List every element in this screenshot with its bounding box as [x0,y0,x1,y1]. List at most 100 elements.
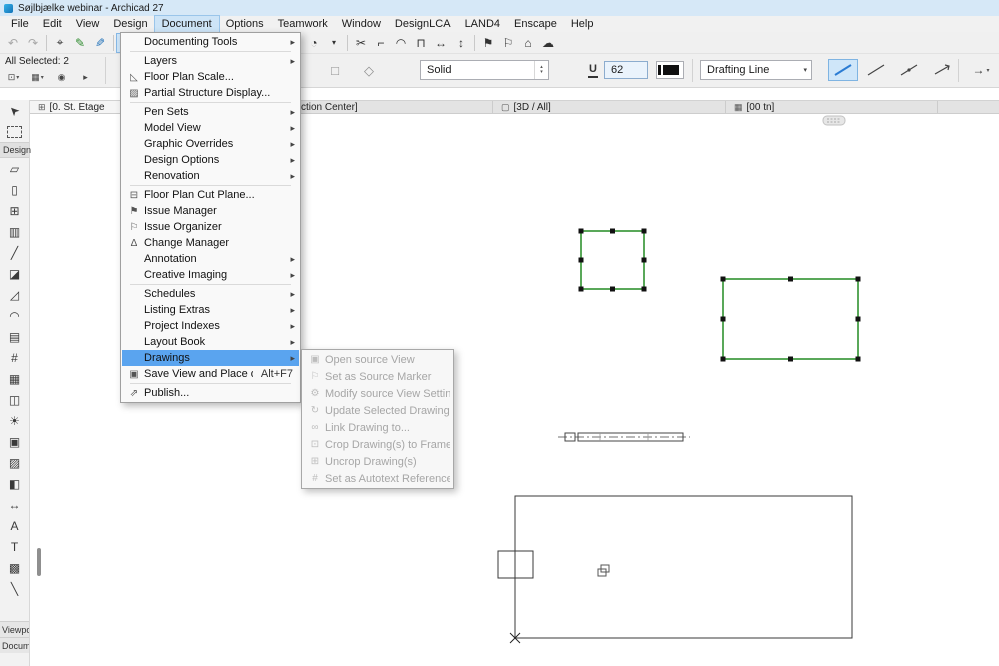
beam-symbol[interactable] [558,432,690,442]
palette-tab[interactable]: Viewpoi [0,621,29,637]
morph-tool[interactable]: ◧ [0,473,29,494]
line-tool[interactable]: ╲ [0,578,29,599]
autosave-clock-icon[interactable]: ◔ [304,34,324,52]
stair-tool[interactable]: ▤ [0,326,29,347]
selected-rectangle-large[interactable] [720,276,861,362]
menubar-item[interactable]: Teamwork [271,16,335,32]
menubar-item[interactable]: Enscape [507,16,564,32]
lamp-tool[interactable]: ☀ [0,410,29,431]
menu-item[interactable]: Graphic Overrides ▸ [122,136,299,152]
text-tool[interactable]: A [0,515,29,536]
selected-rectangle-small[interactable] [578,228,647,292]
menubar-item[interactable]: View [69,16,107,32]
geometry-rectangle-button[interactable]: □ [322,60,348,81]
trim-icon[interactable]: ⊓ [411,34,431,52]
zone-tool[interactable]: ▣ [0,431,29,452]
resize-icon[interactable]: ↕ [451,34,471,52]
undo-icon[interactable]: ↶ [3,34,23,52]
menu-item[interactable]: Listing Extras ▸ [122,302,299,318]
menubar-item[interactable]: Help [564,16,601,32]
menu-item[interactable]: ⚑ Issue Manager ▸ [122,203,299,219]
view-tab[interactable]: ction Center] [293,101,493,113]
collapsed-toolbar-handle[interactable] [822,115,846,126]
marquee-tool[interactable] [0,121,29,142]
window-tool[interactable]: ⊞ [0,200,29,221]
pen-weight-field[interactable]: 62 [604,61,648,79]
rectangle-outline[interactable] [514,495,853,639]
menu-item[interactable]: ⊟ Floor Plan Cut Plane... ▸ [122,187,299,203]
fillet-icon[interactable]: ◠ [391,34,411,52]
shell-tool[interactable]: ◠ [0,305,29,326]
issue-organizer-icon[interactable]: ⚐ [498,34,518,52]
stretch-icon[interactable]: ↔ [431,34,451,52]
inject-parameters-icon[interactable]: ✎ [90,34,110,52]
column-tool[interactable]: ▥ [0,221,29,242]
split-icon[interactable]: ✂ [351,34,371,52]
dimension-tool[interactable]: ↔ [0,494,29,515]
spinner-control[interactable]: ▴ ▾ [534,61,548,79]
line-geometry-chained-button[interactable] [861,59,891,81]
menu-item[interactable]: Layers ▸ [122,53,299,69]
menu-item[interactable]: Pen Sets ▸ [122,104,299,120]
geometry-rotated-rectangle-button[interactable]: ◇ [356,60,382,81]
line-geometry-arrow-button[interactable] [927,59,957,81]
menu-item[interactable]: Project Indexes ▸ [122,318,299,334]
menubar-item[interactable]: DesignLCA [388,16,458,32]
slab-tool[interactable]: ◪ [0,263,29,284]
fill-tool[interactable]: ▩ [0,557,29,578]
curtain-wall-tool[interactable]: ▦ [0,368,29,389]
issue-flag-icon[interactable]: ⚑ [478,34,498,52]
favorites-icon[interactable]: ⌂ [518,34,538,52]
menubar-item[interactable]: LAND4 [458,16,507,32]
canvas-scrollbar-handle[interactable] [37,548,41,576]
menubar-item[interactable]: Window [335,16,388,32]
menu-item[interactable]: Design Options ▸ [122,152,299,168]
menubar-item[interactable]: Design [106,16,154,32]
tool-settings-button[interactable]: ⊡ ▾ [3,69,24,86]
roof-tool[interactable]: ◿ [0,284,29,305]
line-type-combo[interactable]: Drafting Line ▾ [700,60,812,80]
mesh-tool[interactable]: ▨ [0,452,29,473]
pen-color-button[interactable] [656,61,684,79]
search-and-select-icon[interactable]: ⌖ [50,34,70,52]
pick-up-parameters-icon[interactable]: ✎ [70,34,90,52]
menu-item[interactable]: Model View ▸ [122,120,299,136]
adjust-icon[interactable]: ⌐ [371,34,391,52]
menu-item[interactable]: Schedules ▸ [122,286,299,302]
bimcloud-icon[interactable]: ☁ [538,34,558,52]
view-tab[interactable]: ▢ [3D / All] [493,101,726,113]
menu-item[interactable]: ⇗ Publish... ▸ [122,385,299,401]
menu-item[interactable]: Drawings ▸ [122,350,299,366]
menu-item[interactable]: Documenting Tools ▸ [122,34,299,50]
label-tool[interactable]: T [0,536,29,557]
railing-tool[interactable]: # [0,347,29,368]
menu-item[interactable]: Annotation ▸ [122,251,299,267]
menu-item[interactable]: ▣ Save View and Place on Layout Alt+F7 ▸ [122,366,299,382]
expand-infobox-button[interactable]: ▸ ▾ [75,69,96,86]
spinner-down-icon[interactable]: ▾ [540,70,543,75]
line-geometry-single-button[interactable] [828,59,858,81]
fill-type-combo[interactable]: Solid ▴ ▾ [420,60,549,80]
beam-tool[interactable]: ╱ [0,242,29,263]
menu-item[interactable]: Layout Book ▸ [122,334,299,350]
menubar-item[interactable]: Options [219,16,271,32]
more-options-arrow-icon[interactable]: ▾ [324,34,344,52]
view-tab[interactable]: ▦ [00 tn] [726,101,938,113]
menu-item[interactable]: Δ Change Manager ▸ [122,235,299,251]
object-tool[interactable]: ◫ [0,389,29,410]
redo-icon[interactable]: ↷ [23,34,43,52]
line-geometry-node-button[interactable] [894,59,924,81]
menubar-item[interactable]: Edit [36,16,69,32]
menubar-item[interactable]: Document [153,15,220,33]
menu-item[interactable]: ▨ Partial Structure Display... ▸ [122,85,299,101]
more-infobox-options-button[interactable]: → ▾ [966,59,996,81]
menu-item[interactable]: Creative Imaging ▸ [122,267,299,283]
favorites-button[interactable]: ▦ ▾ [27,69,48,86]
wall-tool[interactable]: ▱ [0,158,29,179]
renovation-filter-button[interactable]: ◉ ▾ [51,69,72,86]
door-tool[interactable]: ▯ [0,179,29,200]
menubar-item[interactable]: File [4,16,36,32]
palette-tab[interactable]: Docume [0,637,29,653]
menu-item[interactable]: Renovation ▸ [122,168,299,184]
select-arrow-tool[interactable]: ➤ [0,100,29,121]
